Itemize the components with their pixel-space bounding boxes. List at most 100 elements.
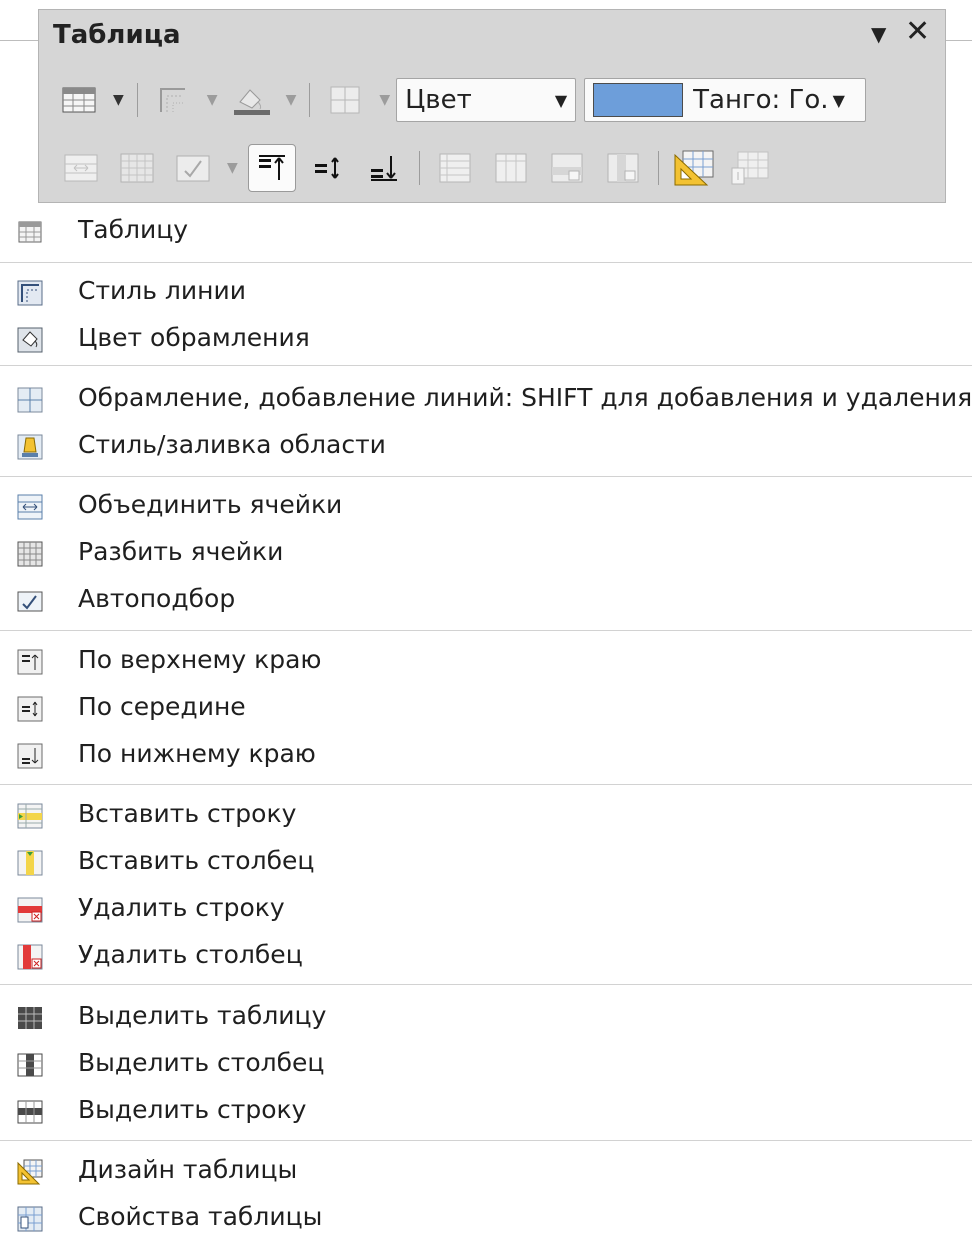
menu-item-label: Выделить столбец — [78, 1048, 325, 1077]
align-bottom-icon — [370, 156, 397, 181]
menu-item-label: Дизайн таблицы — [78, 1155, 298, 1184]
insert-column-button[interactable] — [487, 144, 535, 192]
menu-item[interactable]: Свойства таблицы — [0, 1197, 972, 1241]
menu-item-label: По верхнему краю — [78, 645, 322, 674]
menu-item[interactable]: По верхнему краю — [0, 640, 972, 684]
menu-item[interactable]: Вставить строку — [0, 794, 972, 838]
menu-item-label: По нижнему краю — [78, 739, 316, 768]
menu-item-label: Вставить столбец — [78, 846, 315, 875]
menu-item-label: Свойства таблицы — [78, 1202, 323, 1231]
insert-table-button[interactable] — [55, 76, 103, 124]
menu-item-label: Выделить таблицу — [78, 1001, 327, 1030]
table-properties-icon — [17, 1206, 43, 1232]
separator — [657, 151, 659, 185]
chevron-down-icon[interactable]: ▼ — [227, 160, 238, 176]
divider — [946, 40, 972, 41]
table-design-icon — [17, 1159, 43, 1185]
chevron-down-icon[interactable]: ▼ — [113, 92, 124, 108]
delete-row-button[interactable] — [543, 144, 591, 192]
autofit-button[interactable] — [169, 144, 217, 192]
merge-cells-icon — [17, 494, 43, 520]
delete-row-icon — [551, 153, 583, 183]
chevron-down-icon[interactable]: ▼ — [207, 92, 218, 108]
menu-item[interactable]: Объединить ячейки — [0, 485, 972, 529]
border-color-icon — [233, 89, 270, 115]
align-middle-button[interactable] — [304, 144, 352, 192]
align-bottom-icon — [17, 743, 43, 769]
area-fill-combo-value: Танго: Го. — [693, 85, 829, 115]
menu-item-label: Автоподбор — [78, 584, 236, 613]
separator — [309, 83, 311, 117]
menu-item[interactable]: Автоподбор — [0, 579, 972, 623]
menu-separator — [0, 630, 972, 631]
delete-column-button[interactable] — [599, 144, 647, 192]
menu-item-label: Удалить столбец — [78, 940, 303, 969]
border-color-combo[interactable]: Цвет ▼ — [396, 78, 577, 122]
chevron-down-icon[interactable]: ▼ — [286, 92, 297, 108]
table-properties-icon — [731, 151, 769, 185]
align-middle-icon — [314, 157, 339, 179]
border-color-combo-value: Цвет — [405, 85, 472, 115]
menu-item-label: Цвет обрамления — [78, 323, 310, 352]
align-top-icon — [17, 649, 43, 675]
borders-icon — [330, 86, 360, 114]
insert-column-icon — [495, 153, 527, 183]
border-color-icon — [17, 327, 43, 353]
insert-row-button[interactable] — [431, 144, 479, 192]
area-fill-combo[interactable]: Танго: Го. ▼ — [584, 78, 867, 122]
close-icon[interactable]: ✕ — [905, 14, 930, 49]
toolbar-menu-icon[interactable]: ▼ — [871, 22, 886, 46]
menu-item[interactable]: По середине — [0, 687, 972, 731]
align-top-icon — [258, 155, 285, 180]
menu-item[interactable]: Стиль линии — [0, 271, 972, 315]
menu-item-label: Вставить строку — [78, 799, 297, 828]
merge-cells-icon — [64, 154, 98, 182]
autofit-icon — [176, 155, 210, 182]
borders-button[interactable] — [321, 76, 369, 124]
menu-item[interactable]: Обрамление, добавление линий: SHIFT для … — [0, 378, 972, 422]
select-table-icon — [17, 1005, 43, 1031]
menu-separator — [0, 784, 972, 785]
table-design-icon — [674, 150, 714, 186]
toolbar-title: Таблица — [53, 20, 181, 50]
menu-separator — [0, 476, 972, 477]
menu-item[interactable]: Таблицу — [0, 210, 972, 254]
menu-item[interactable]: Выделить строку — [0, 1090, 972, 1134]
menu-separator — [0, 1140, 972, 1141]
menu-item-label: Стиль линии — [78, 276, 246, 305]
line-style-button[interactable] — [149, 76, 197, 124]
menu-item[interactable]: Цвет обрамления — [0, 318, 972, 362]
menu-item[interactable]: Выделить таблицу — [0, 996, 972, 1040]
align-top-button[interactable] — [247, 144, 296, 192]
align-bottom-button[interactable] — [360, 144, 408, 192]
line-style-icon — [17, 280, 43, 306]
menu-separator — [0, 262, 972, 263]
menu-item-label: Стиль/заливка области — [78, 430, 386, 459]
table-properties-button[interactable] — [726, 144, 774, 192]
split-cells-icon — [120, 153, 154, 183]
menu-item[interactable]: Выделить столбец — [0, 1043, 972, 1087]
chevron-down-icon[interactable]: ▼ — [379, 92, 390, 108]
insert-row-icon — [439, 153, 471, 183]
divider — [0, 40, 38, 41]
color-swatch — [593, 83, 684, 117]
menu-item-label: По середине — [78, 692, 246, 721]
menu-item[interactable]: Стиль/заливка области — [0, 425, 972, 469]
menu-item[interactable]: Вставить столбец — [0, 841, 972, 885]
split-cells-button[interactable] — [113, 144, 161, 192]
menu-separator — [0, 984, 972, 985]
border-color-button[interactable] — [228, 76, 276, 124]
menu-separator — [0, 365, 972, 366]
borders-icon — [17, 387, 43, 413]
menu-item[interactable]: Разбить ячейки — [0, 532, 972, 576]
insert-row-icon — [17, 803, 43, 829]
menu-item[interactable]: Дизайн таблицы — [0, 1150, 972, 1194]
table-design-button[interactable] — [670, 144, 718, 192]
menu-item[interactable]: По нижнему краю — [0, 734, 972, 778]
menu-item[interactable]: Удалить столбец — [0, 935, 972, 979]
menu-item-label: Обрамление, добавление линий: SHIFT для … — [78, 383, 972, 412]
menu-item-label: Удалить строку — [78, 893, 285, 922]
select-row-icon — [17, 1099, 43, 1125]
merge-cells-button[interactable] — [57, 144, 105, 192]
menu-item[interactable]: Удалить строку — [0, 888, 972, 932]
